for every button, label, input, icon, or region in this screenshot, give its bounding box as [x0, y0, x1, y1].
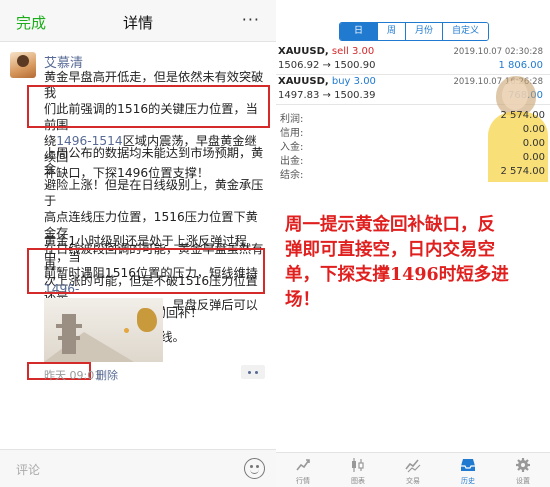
position-symbol: XAUUSD,	[278, 46, 329, 57]
annotation-line: 单，下探支撑1496时短多进	[285, 265, 509, 285]
ink-brush-shape	[137, 308, 157, 332]
position-row[interactable]: XAUUSD, sell 3.00 2019.10.07 02:30:28	[278, 46, 546, 57]
dot-shape	[124, 328, 129, 333]
highlight-box	[27, 85, 270, 128]
stat-label-withdrawal: 出金:	[280, 156, 304, 167]
more-options-button[interactable]: ···	[242, 10, 260, 29]
nav-bar: 完成 详情 ···	[0, 0, 276, 42]
annotation-line: 周一提示黄金回补缺口，反	[285, 215, 495, 235]
tab-chart[interactable]: 图表	[331, 453, 385, 487]
segment-custom[interactable]: 自定义	[442, 23, 489, 40]
tab-label: 设置	[516, 477, 530, 485]
tab-label: 图表	[351, 477, 365, 485]
position-prices-row: 1506.92 → 1500.90 1 806.00	[278, 60, 546, 71]
post-line: 上周公布的数据均未能达到市场预期，黄金	[44, 146, 264, 176]
comment-actions-button[interactable]	[241, 365, 265, 379]
tab-settings[interactable]: 设置	[496, 453, 550, 487]
position-prices: 1506.92 → 1500.90	[278, 60, 376, 71]
tab-history[interactable]: 历史	[441, 453, 495, 487]
position-side: sell 3.00	[331, 46, 375, 57]
stat-label-profit: 利润:	[280, 114, 304, 125]
stat-label-balance: 结余:	[280, 170, 304, 181]
quotes-icon	[296, 459, 310, 471]
segment-week[interactable]: 周	[377, 23, 406, 40]
dot-icon	[248, 371, 251, 374]
tab-quotes[interactable]: 行情	[276, 453, 330, 487]
position-prices: 1497.83 → 1500.39	[278, 90, 376, 101]
stat-value-deposit: 0.00	[522, 138, 545, 149]
annotation-text: 周一提示黄金回补缺口，反 弹即可直接空，日内交易空 单，下探支撑1496时短多进…	[285, 213, 547, 313]
pagoda-shape	[56, 314, 82, 354]
dot-icon	[255, 371, 258, 374]
divider	[276, 74, 550, 75]
tab-label: 交易	[406, 477, 420, 485]
post-image[interactable]	[44, 298, 163, 362]
post-timestamp: 昨天 09:01	[44, 369, 102, 382]
post-line: 避险上涨！但是在日线级别上，黄金承压于	[44, 178, 264, 208]
stat-value-profit: 2 574.00	[500, 110, 545, 121]
gear-icon	[516, 458, 530, 472]
comment-bar: 评论	[0, 449, 276, 487]
avatar[interactable]	[10, 52, 36, 78]
trade-icon	[405, 459, 421, 473]
annotation-line: 弹即可直接空，日内交易空	[285, 240, 495, 260]
stat-label-credit: 信用:	[280, 128, 304, 139]
page-title: 详情	[122, 14, 153, 32]
stat-value-balance: 2 574.00	[500, 166, 545, 177]
segment-month[interactable]: 月份	[405, 23, 443, 40]
emoji-icon[interactable]	[244, 458, 265, 479]
position-symbol: XAUUSD,	[278, 76, 329, 87]
position-time: 2019.10.07 02:30:28	[453, 47, 543, 57]
tab-label: 行情	[296, 477, 310, 485]
stat-value-credit: 0.00	[522, 124, 545, 135]
tab-trade[interactable]: 交易	[386, 453, 440, 487]
candlestick-icon	[352, 458, 364, 472]
inbox-icon	[461, 459, 475, 471]
moments-detail-panel: 完成 详情 ··· 艾慕清 黄金早盘高开低走，但是依然未有效突破我 们此前强调的…	[0, 0, 276, 487]
comment-input[interactable]: 评论	[16, 461, 40, 478]
stat-value-withdrawal: 0.00	[522, 152, 545, 163]
position-profit: 1 806.00	[498, 60, 543, 71]
delete-link[interactable]: 删除	[96, 367, 118, 383]
period-segmented-control: 日 周 月份 自定义	[339, 22, 490, 41]
bottom-tab-bar: 行情 图表 交易 历史 设置	[276, 452, 550, 487]
tab-label: 历史	[461, 477, 475, 485]
highlight-box	[27, 248, 265, 294]
annotation-line: 场！	[285, 290, 320, 310]
position-side: buy 3.00	[331, 76, 376, 87]
segment-day[interactable]: 日	[340, 23, 378, 40]
stat-label-deposit: 入金:	[280, 142, 304, 153]
